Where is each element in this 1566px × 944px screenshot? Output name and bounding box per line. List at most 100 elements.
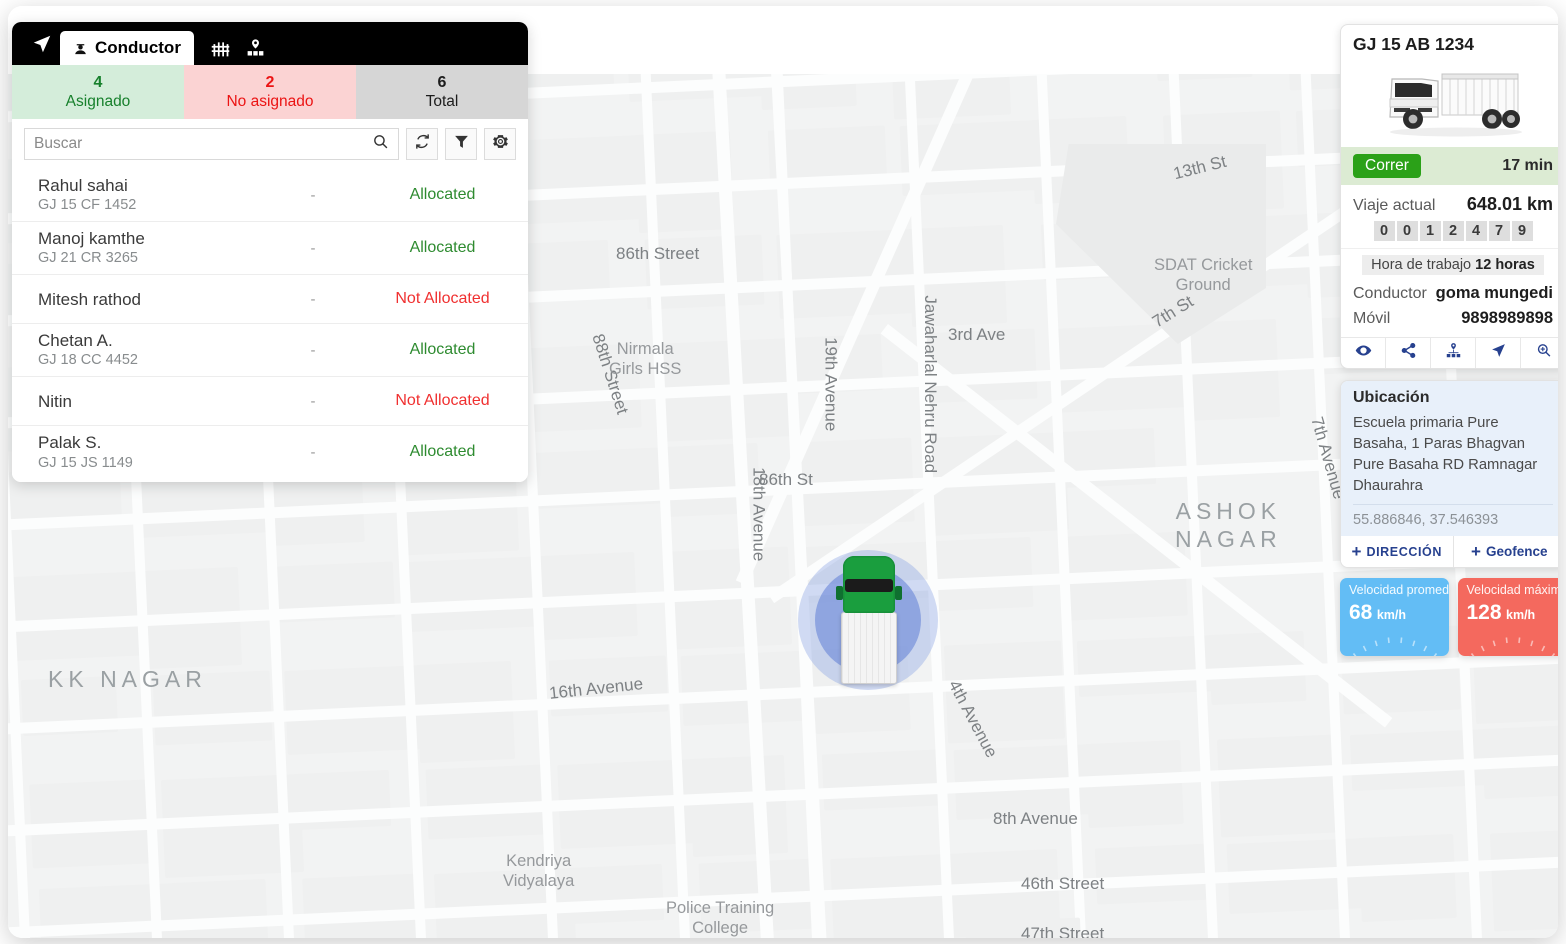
table-row[interactable]: Rahul sahai GJ 15 CF 1452 - Allocated <box>12 169 528 221</box>
add-geofence-button[interactable]: + Geofence <box>1453 536 1558 567</box>
route-button[interactable] <box>1431 338 1476 368</box>
driver-name: goma mungedi <box>1435 284 1553 302</box>
map-block <box>644 234 765 310</box>
driver-status: Not Allocated <box>395 290 490 308</box>
stat-assigned[interactable]: 4 Asignado <box>12 65 184 119</box>
status-duration: 17 min <box>1502 157 1553 174</box>
odometer-digit: 0 <box>1373 221 1395 241</box>
driver-toolbar <box>12 119 528 169</box>
app-window: 86th Street 88th Street Nirmala Girls HSS 1… <box>8 6 1558 938</box>
truck-trailer <box>841 612 897 684</box>
location-body: Escuela primaria Pure Basaha, 1 Paras Bh… <box>1341 411 1558 536</box>
driver-name: Nitin <box>38 391 73 411</box>
stat-unassigned[interactable]: 2 No asignado <box>184 65 356 119</box>
tab-conductor-label: Conductor <box>95 38 181 57</box>
truck-photo <box>1341 59 1558 147</box>
add-address-button[interactable]: + DIRECCIÓN <box>1341 536 1454 567</box>
truck-windshield <box>845 579 893 592</box>
driver-middle: - <box>310 443 316 461</box>
table-row[interactable]: Chetan A. GJ 18 CC 4452 - Allocated <box>12 323 528 376</box>
truck-mirror-right <box>895 586 902 600</box>
max-speed-widget[interactable]: Velocidad máxima 128 km/h <box>1457 578 1558 656</box>
refresh-button[interactable] <box>406 128 438 160</box>
view-button[interactable] <box>1341 338 1386 368</box>
driver-plate: GJ 15 JS 1149 <box>38 454 133 471</box>
driver-name: Mitesh rathod <box>38 289 141 309</box>
driver-middle: - <box>310 239 316 257</box>
share-icon <box>1400 342 1417 364</box>
driver-status: Allocated <box>409 341 476 359</box>
map-block <box>521 343 642 433</box>
search-location-icon <box>1535 342 1552 364</box>
odometer-digit: 0 <box>1396 221 1418 241</box>
stat-assigned-count: 4 <box>93 74 103 92</box>
stat-total[interactable]: 6 Total <box>356 65 528 119</box>
plus-icon: + <box>1471 542 1481 561</box>
avg-speed-widget[interactable]: Velocidad promedio 68 km/h <box>1340 578 1449 656</box>
stat-assigned-label: Asignado <box>65 92 131 110</box>
odometer-digit: 9 <box>1511 221 1533 241</box>
map-block <box>1358 833 1457 923</box>
add-geofence-label: Geofence <box>1485 544 1548 559</box>
driver-label: Conductor <box>1353 285 1427 302</box>
current-trip-value: 648.01 km <box>1466 194 1553 214</box>
vehicle-marker[interactable] <box>798 550 938 690</box>
avg-speed-unit: km/h <box>1376 607 1406 622</box>
odometer-digit: 2 <box>1442 221 1464 241</box>
odometer-digit: 1 <box>1419 221 1441 241</box>
driver-list: Rahul sahai GJ 15 CF 1452 - Allocated Manoj … <box>12 169 528 483</box>
settings-button[interactable] <box>484 128 516 160</box>
map-block <box>943 640 1066 744</box>
location-coordinates: 55.886846, 37.546393 <box>1353 504 1553 528</box>
vehicle-card: GJ 15 AB 1234 Correr 17 min Viaje actual… <box>1340 24 1558 369</box>
driver-middle: - <box>310 341 316 359</box>
map-block <box>1489 828 1558 932</box>
eye-icon <box>1355 342 1372 364</box>
odometer-digit: 4 <box>1465 221 1487 241</box>
odometer-digit: 7 <box>1488 221 1510 241</box>
search-icon[interactable] <box>372 133 389 155</box>
driver-middle: - <box>310 290 316 308</box>
map-block <box>407 556 550 632</box>
search-location-button[interactable] <box>1521 338 1558 368</box>
fence-icon[interactable] <box>210 38 231 59</box>
vehicle-actions <box>1341 337 1558 368</box>
navigate-button[interactable] <box>1476 338 1521 368</box>
search-input[interactable] <box>34 135 372 153</box>
table-row[interactable]: Nitin - Not Allocated <box>12 376 528 425</box>
driver-plate: GJ 15 CF 1452 <box>38 197 137 214</box>
filter-icon <box>453 133 470 155</box>
driver-middle: - <box>310 186 316 204</box>
tab-conductor[interactable]: Conductor <box>60 31 194 65</box>
map-block <box>302 873 423 938</box>
map-marker-icon[interactable] <box>245 38 266 59</box>
map-block <box>566 863 665 925</box>
driver-row: Conductor goma mungedi <box>1341 281 1558 306</box>
truck-top-view-icon <box>836 556 902 684</box>
refresh-icon <box>414 133 431 155</box>
search-container[interactable] <box>24 128 399 160</box>
mobile-number: 9898989898 <box>1461 309 1553 327</box>
avg-speed-value: 68 <box>1349 600 1373 624</box>
table-row[interactable]: Manoj kamthe GJ 21 CR 3265 - Allocated <box>12 221 528 274</box>
driver-stats: 4 Asignado 2 No asignado 6 Total <box>12 65 528 119</box>
stat-total-label: Total <box>425 92 459 110</box>
table-row[interactable]: Palak S. GJ 15 JS 1149 - Allocated <box>12 425 528 478</box>
driver-icon <box>73 41 88 56</box>
location-card: Ubicación Escuela primaria Pure Basaha, … <box>1340 380 1558 568</box>
odometer: 0012479 <box>1341 219 1558 248</box>
driver-status: Not Allocated <box>395 392 490 410</box>
table-row[interactable]: Mitesh rathod - Not Allocated <box>12 274 528 323</box>
stat-unassigned-label: No asignado <box>226 92 314 110</box>
gauge-icon <box>1353 637 1438 656</box>
driver-name: Rahul sahai <box>38 176 128 195</box>
filter-button[interactable] <box>445 128 477 160</box>
driver-name: Palak S. <box>38 433 102 453</box>
driver-identity: Chetan A. GJ 18 CC 4452 <box>38 330 253 370</box>
stat-total-count: 6 <box>437 74 447 92</box>
work-hours-label: Hora de trabajo <box>1371 257 1472 273</box>
stat-unassigned-count: 2 <box>265 74 275 92</box>
current-trip-label: Viaje actual <box>1353 197 1436 214</box>
share-button[interactable] <box>1386 338 1431 368</box>
map-block <box>935 536 1034 612</box>
